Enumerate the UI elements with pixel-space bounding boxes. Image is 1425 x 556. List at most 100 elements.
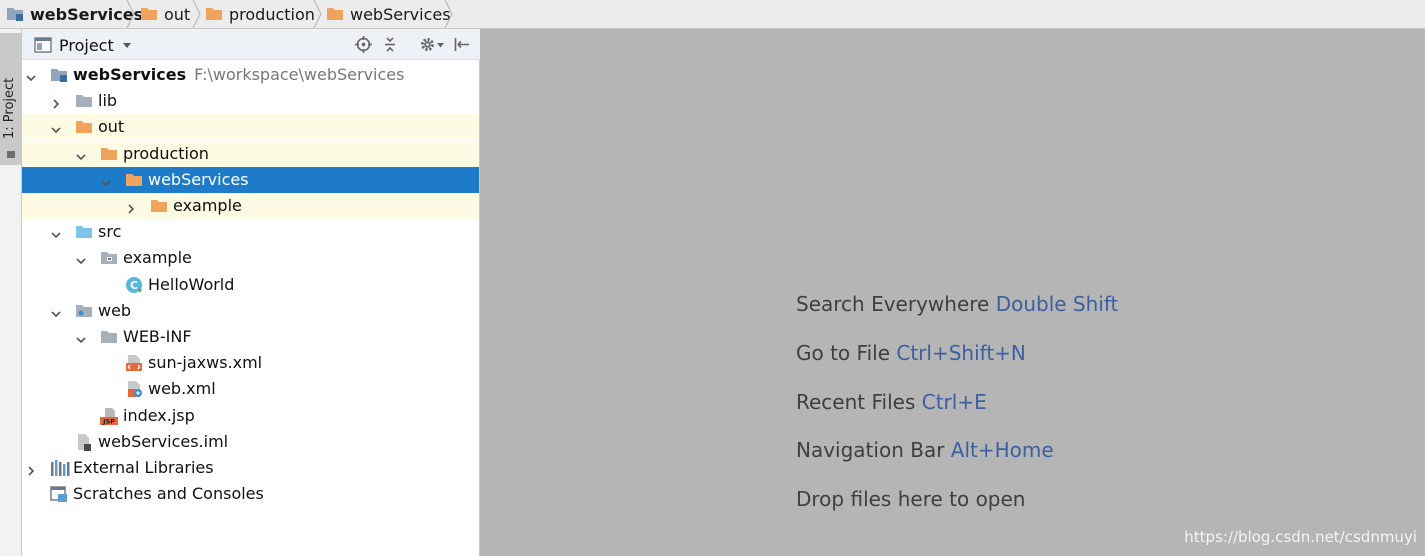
tree-node-label: src (98, 222, 121, 241)
tree-node-label: WEB-INF (123, 327, 192, 346)
folder-gray-icon (75, 92, 93, 110)
tree-node-name: example (123, 248, 192, 267)
chevron-down-icon[interactable] (122, 42, 132, 49)
breadcrumb-item[interactable]: webServices (6, 0, 143, 29)
tree-node-name: example (173, 196, 242, 215)
gear-dropdown-chevron-icon[interactable] (437, 43, 444, 48)
scratches-icon (50, 485, 68, 503)
watermark: https://blog.csdn.net/csdnmuyi (1184, 528, 1417, 546)
breadcrumb-item[interactable]: production (205, 0, 323, 29)
tree-node[interactable]: lib (22, 88, 479, 114)
breadcrumb-item[interactable]: webServices (326, 0, 453, 29)
chevron-down-icon[interactable] (50, 226, 62, 239)
tree-node[interactable]: webServices (22, 167, 479, 193)
tree-node-label: External Libraries (73, 458, 214, 477)
chevron-down-icon[interactable] (25, 69, 37, 82)
tree-node[interactable]: webServices.iml (22, 429, 479, 455)
tree-node-path-hint: F:\workspace\webServices (194, 65, 405, 84)
chevron-right-icon[interactable] (25, 462, 37, 476)
tree-node-label: webServices F:\workspace\webServices (73, 65, 404, 84)
tree-node-name: webServices (148, 170, 249, 189)
tree-node-name: web.xml (148, 379, 216, 398)
chevron-right-icon[interactable] (125, 200, 137, 214)
project-tab-label: 1: Project (2, 77, 17, 139)
editor-tip-text: Drop files here to open (796, 487, 1026, 512)
tree-node-label: webServices.iml (98, 432, 228, 451)
svg-text:C: C (130, 279, 138, 292)
tree-node[interactable]: JSP index.jsp (22, 403, 479, 429)
editor-tip-text: Search Everywhere (796, 292, 990, 316)
navigation-bar: webServices out production webServices (0, 0, 1425, 29)
tree-node[interactable]: sun-jaxws.xml (22, 350, 479, 376)
breadcrumb-label: production (229, 4, 315, 24)
tree-node-name: webServices (73, 65, 187, 84)
folder-orange-icon (100, 145, 118, 163)
editor-tip-shortcut: Ctrl+E (921, 389, 987, 414)
tree-node-name: sun-jaxws.xml (148, 353, 263, 372)
tool-window-stripe: 1: Project (0, 29, 22, 556)
gear-icon[interactable] (419, 36, 436, 53)
svg-text:JSP: JSP (102, 418, 115, 426)
xml-file-icon (125, 354, 143, 372)
tree-node-label: Scratches and Consoles (73, 484, 264, 503)
breadcrumb-label: out (164, 4, 191, 24)
folder-orange-icon (150, 197, 168, 215)
tree-node[interactable]: web (22, 298, 479, 324)
folder-blue-icon (75, 223, 93, 241)
editor-tip: Navigation Bar Alt+Home (796, 438, 1054, 462)
locate-file-icon[interactable] (355, 36, 372, 53)
tree-node-label: sun-jaxws.xml (148, 353, 262, 372)
collapse-all-icon[interactable] (383, 36, 397, 53)
tree-node[interactable]: web.xml (22, 376, 479, 402)
tree-node[interactable]: C HelloWorld (22, 272, 479, 298)
chevron-down-icon[interactable] (75, 148, 87, 161)
tree-node-name: Scratches and Consoles (73, 484, 264, 503)
tree-node-name: HelloWorld (148, 275, 235, 294)
tree-node-name: External Libraries (73, 458, 214, 477)
tree-node[interactable]: production (22, 141, 479, 167)
chevron-right-icon[interactable] (50, 95, 62, 109)
tree-node-name: src (98, 222, 122, 241)
tree-node[interactable]: out (22, 114, 479, 140)
folder-orange-icon (125, 171, 143, 189)
tree-node-name: index.jsp (123, 406, 195, 425)
editor-tip-shortcut: Alt+Home (950, 438, 1054, 463)
tree-node-label: lib (98, 91, 117, 110)
editor-tip: Recent Files Ctrl+E (796, 390, 987, 414)
chevron-down-icon[interactable] (50, 305, 62, 318)
chevron-down-icon[interactable] (50, 121, 62, 134)
tree-node[interactable]: src (22, 219, 479, 245)
breadcrumb-separator-icon (126, 0, 136, 29)
breadcrumb-item[interactable]: out (140, 0, 202, 29)
tree-node-label: webServices (148, 170, 249, 189)
project-tool-window-tab[interactable]: 1: Project (0, 33, 21, 165)
tree-node-name: web (98, 301, 132, 320)
tree-node[interactable]: Scratches and Consoles (22, 481, 479, 507)
project-view-icon (34, 37, 52, 53)
tree-node-name: WEB-INF (123, 327, 192, 346)
chevron-down-icon[interactable] (75, 252, 87, 265)
jsp-file-icon: JSP (100, 407, 118, 426)
tree-node[interactable]: example (22, 193, 479, 219)
editor-tip-text: Go to File (796, 340, 890, 365)
chevron-down-icon[interactable] (75, 331, 87, 344)
tree-node-name: lib (98, 91, 118, 110)
module-icon (50, 66, 68, 84)
tree-node[interactable]: example (22, 245, 479, 271)
tree-node[interactable]: External Libraries (22, 455, 479, 481)
folder-web-icon (75, 302, 93, 320)
breadcrumb-separator-icon (192, 0, 202, 29)
tree-node[interactable]: WEB-INF (22, 324, 479, 350)
breadcrumb-separator-icon (313, 0, 323, 29)
tree-node-label: example (123, 248, 192, 267)
chevron-down-icon[interactable] (100, 174, 112, 187)
folder-gray-icon (100, 328, 118, 346)
tree-node-label: web (98, 301, 131, 320)
hide-panel-icon[interactable] (454, 37, 470, 52)
editor-empty-area[interactable]: https://blog.csdn.net/csdnmuyi Search Ev… (480, 29, 1425, 556)
tree-node-label: index.jsp (123, 406, 195, 425)
tree-node[interactable]: webServices F:\workspace\webServices (22, 62, 479, 88)
project-panel-header: Project (22, 29, 480, 60)
project-view-title[interactable]: Project (59, 36, 114, 55)
project-panel: Project webServices F:\workspace\webServi… (22, 29, 480, 556)
